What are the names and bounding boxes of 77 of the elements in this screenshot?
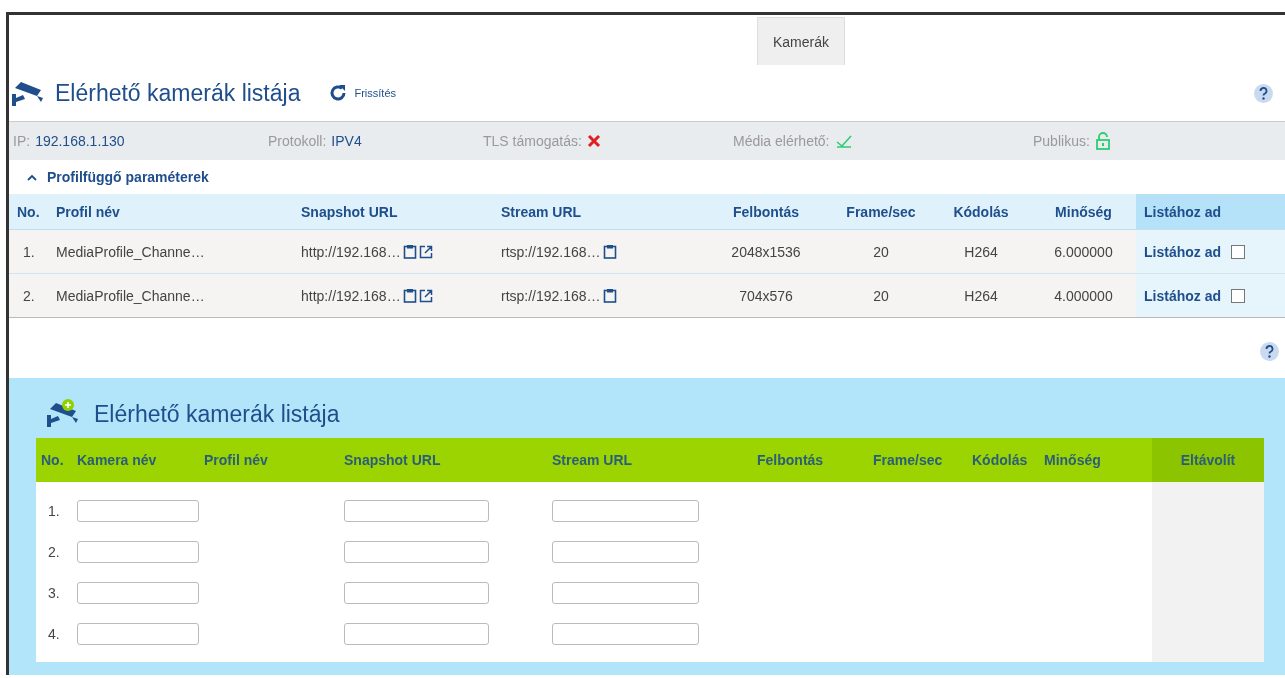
- info-value: 192.168.1.130: [35, 133, 125, 149]
- table-cell-text: H264: [963, 243, 999, 260]
- clipboard-icon[interactable]: [602, 244, 617, 259]
- column-header: Stream URL: [501, 203, 583, 220]
- column-header: Profil név: [56, 203, 121, 220]
- checkbox[interactable]: [1231, 244, 1245, 259]
- input-field[interactable]: [77, 622, 199, 645]
- table-cell-text: 20: [872, 243, 890, 260]
- clipboard-icon[interactable]: [602, 288, 617, 303]
- column-header: Snapshot URL: [344, 452, 442, 468]
- column-header: Eltávolít: [1152, 438, 1264, 482]
- section-title: Elérhető kamerák listája: [55, 79, 301, 107]
- refresh-button[interactable]: Frissítés: [328, 83, 396, 103]
- table-cell: rtsp://192.168…: [501, 287, 601, 304]
- chevron-up-icon: [27, 173, 37, 181]
- help-icon[interactable]: [1260, 342, 1279, 361]
- table-cell-text: 4.000000: [1053, 287, 1114, 304]
- column-header: Felbontás: [757, 452, 825, 468]
- table-cell-text: 6.000000: [1053, 243, 1114, 260]
- column-header: Minőség: [1054, 203, 1113, 220]
- table-cell-text: 2048x1536: [730, 243, 802, 260]
- table-cell: http://192.168…: [301, 243, 401, 260]
- table-cell-text: 1.: [22, 243, 36, 260]
- add-label: Listához ad: [1144, 243, 1221, 260]
- column-header: Kódolás: [952, 203, 1010, 220]
- table-cell-text: 2.: [22, 287, 36, 304]
- column-header: Snapshot URL: [301, 203, 399, 220]
- table-cell-text: MediaProfile_Channe…: [56, 287, 206, 304]
- input-field[interactable]: [344, 581, 489, 604]
- input-field[interactable]: [77, 499, 199, 522]
- column-header: No.: [40, 452, 65, 468]
- input-field[interactable]: [77, 540, 199, 563]
- help-icon[interactable]: [1254, 83, 1273, 103]
- add-label: Listához ad: [1144, 287, 1221, 304]
- row-number: 1.: [47, 502, 61, 519]
- input-field[interactable]: [552, 622, 699, 645]
- tab[interactable]: Kamerák: [757, 17, 846, 65]
- info-label: IP:: [13, 133, 31, 149]
- row-number: 3.: [47, 584, 61, 601]
- info-value: IPV4: [331, 133, 362, 149]
- input-field[interactable]: [552, 499, 699, 522]
- table-cell: rtsp://192.168…: [501, 243, 601, 260]
- info-label: Protokoll:: [268, 133, 327, 149]
- external-link-icon[interactable]: [418, 244, 433, 259]
- info-label: Publikus:: [1033, 133, 1090, 149]
- column-header: Kódolás: [972, 452, 1029, 468]
- input-field[interactable]: [344, 499, 489, 522]
- input-field[interactable]: [77, 581, 199, 604]
- table-cell: http://192.168…: [301, 287, 401, 304]
- column-header: No.: [16, 203, 41, 220]
- column-header: Kamera név: [77, 452, 158, 468]
- table-cell-text: 704x576: [738, 287, 794, 304]
- clipboard-icon[interactable]: [402, 288, 417, 303]
- column-header: Frame/sec: [845, 203, 917, 220]
- row-number: 4.: [47, 625, 61, 642]
- section-title: Elérhető kamerák listája: [94, 400, 340, 428]
- column-header: Profil név: [204, 452, 269, 468]
- table-cell-text: 20: [872, 287, 890, 304]
- external-link-icon[interactable]: [418, 288, 433, 303]
- table-cell-text: MediaProfile_Channe…: [56, 243, 206, 260]
- table-cell-text: H264: [963, 287, 999, 304]
- column-header: Frame/sec: [873, 452, 944, 468]
- column-header: Stream URL: [552, 452, 634, 468]
- input-field[interactable]: [344, 622, 489, 645]
- column-header: Minőség: [1044, 452, 1102, 468]
- input-field[interactable]: [344, 540, 489, 563]
- section-toggle[interactable]: Profilfüggő paraméterek: [9, 160, 1285, 194]
- camera-add-icon: [46, 399, 80, 429]
- info-label: Média elérhető:: [733, 133, 830, 149]
- checkbox[interactable]: [1231, 288, 1245, 303]
- column-header: Felbontás: [731, 203, 801, 220]
- input-field[interactable]: [552, 540, 699, 563]
- column-header: Listához ad: [1136, 194, 1285, 229]
- input-field[interactable]: [552, 581, 699, 604]
- clipboard-icon[interactable]: [402, 244, 417, 259]
- row-number: 2.: [47, 543, 61, 560]
- info-label: TLS támogatás:: [483, 133, 582, 149]
